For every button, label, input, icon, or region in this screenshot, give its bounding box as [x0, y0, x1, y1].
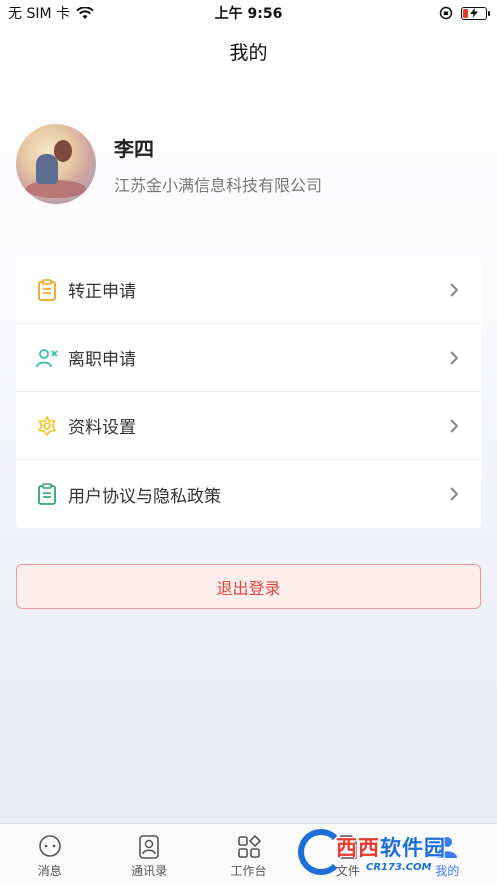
chat-bubble-icon: [38, 835, 61, 857]
watermark-sub: CR173.COM: [366, 861, 432, 873]
chevron-right-icon: [450, 418, 459, 433]
contacts-icon: [139, 835, 159, 859]
avatar[interactable]: [16, 124, 96, 204]
carrier-label: 无 SIM 卡: [8, 6, 70, 22]
wifi-icon: [76, 6, 94, 19]
watermark-main-blue: 软件园: [380, 835, 446, 860]
charging-bolt-icon: [470, 8, 478, 18]
page-title: 我的: [229, 42, 268, 64]
profile-company: 江苏金小满信息科技有限公司: [114, 175, 323, 195]
status-left: 无 SIM 卡: [8, 3, 94, 23]
battery-level: [463, 8, 469, 18]
profile-name: 李四: [114, 136, 154, 161]
menu-item-label: 用户协议与隐私政策: [68, 486, 221, 507]
document-icon: [36, 483, 58, 505]
tab-label: 消息: [37, 864, 62, 878]
menu-item-user-agreement[interactable]: 用户协议与隐私政策: [16, 460, 481, 528]
person-leave-icon: [36, 347, 58, 369]
menu-item-profile-settings[interactable]: 资料设置: [16, 392, 481, 460]
chevron-right-icon: [450, 350, 459, 365]
tab-label: 通讯录: [131, 864, 168, 878]
menu-item-probation-application[interactable]: 转正申请: [16, 256, 481, 324]
menu-item-label: 资料设置: [68, 418, 136, 438]
menu-list: 转正申请 离职申请 资料设置 用户协议与隐私政策: [16, 256, 481, 528]
menu-item-label: 转正申请: [68, 282, 136, 302]
orientation-lock-icon: [439, 6, 453, 20]
battery-icon: [461, 6, 490, 20]
status-right: [439, 6, 490, 20]
profile-text: 李四 江苏金小满信息科技有限公司: [114, 133, 322, 196]
tab-label: 工作台: [230, 864, 267, 878]
status-bar: 无 SIM 卡 上午 9:56: [0, 0, 497, 26]
chevron-right-icon: [450, 282, 459, 297]
clipboard-icon: [36, 278, 58, 301]
watermark-text: 西西软件园 CR173.COM: [336, 832, 446, 873]
watermark-logo: 西西软件园 CR173.COM: [298, 828, 486, 876]
tab-contacts[interactable]: 通讯录: [99, 824, 198, 883]
tab-messages[interactable]: 消息: [0, 824, 99, 883]
chevron-right-icon: [450, 487, 459, 501]
grid-icon: [237, 834, 261, 858]
profile-header[interactable]: 李四 江苏金小满信息科技有限公司: [16, 124, 322, 204]
tab-workbench[interactable]: 工作台: [199, 824, 298, 883]
flower-settings-icon: [36, 415, 58, 437]
menu-item-resignation-application[interactable]: 离职申请: [16, 324, 481, 392]
menu-item-label: 离职申请: [68, 350, 136, 370]
watermark-main-red: 西西: [336, 835, 380, 860]
logout-button[interactable]: 退出登录: [16, 564, 481, 609]
